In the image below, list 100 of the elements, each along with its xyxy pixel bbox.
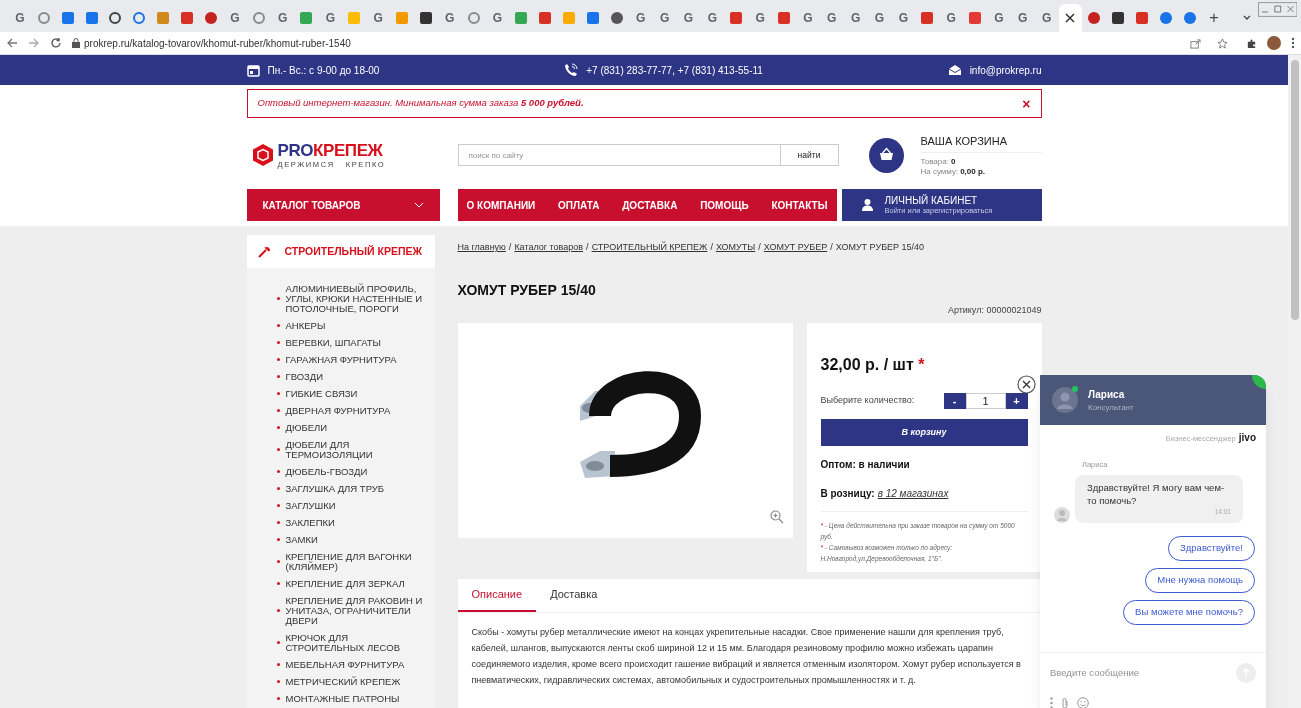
stock-status: Оптом: в наличии [820, 458, 911, 472]
stores-link[interactable]: в 12 магазинах [877, 486, 949, 501]
browser-tab[interactable]: G [748, 4, 772, 32]
category-link[interactable]: МЕБЕЛЬНАЯ ФУРНИТУРА [285, 659, 405, 670]
browser-tab[interactable]: G [986, 4, 1011, 32]
breadcrumb-link[interactable]: СТРОИТЕЛЬНЫЙ КРЕПЕЖ [591, 241, 708, 255]
browser-tab[interactable]: G [819, 4, 844, 32]
zoom-in-icon[interactable] [769, 510, 784, 524]
category-heading[interactable]: СТРОИТЕЛЬНЫЙ КРЕПЕЖ [246, 235, 435, 268]
browser-tab[interactable]: G [939, 4, 963, 32]
category-link[interactable]: КРЕПЛЕНИЕ ДЛЯ ВАГОНКИ (КЛЯЙМЕР) [285, 551, 429, 572]
search-field[interactable]: поиск по сайту [457, 144, 781, 166]
breadcrumb-link[interactable]: ХОМУТЫ [715, 241, 756, 255]
category-link[interactable]: ДЮБЕЛИ [285, 422, 328, 433]
category-link[interactable]: КРЕПЛЕНИЕ ДЛЯ РАКОВИН И УНИТАЗА, ОГРАНИЧИТЕЛИ ДВЕРИ [285, 595, 429, 626]
browser-tab[interactable]: G [270, 4, 295, 32]
category-link[interactable]: МОНТАЖНЫЕ ПАТРОНЫ [285, 693, 400, 704]
basket-icon[interactable] [868, 137, 904, 173]
browser-tab[interactable]: G [485, 4, 510, 32]
quantity-field[interactable]: 1 [965, 393, 1006, 409]
list-bullet [276, 609, 280, 612]
list-bullet [276, 560, 280, 563]
list-bullet [276, 426, 280, 429]
browser-tab[interactable] [1058, 4, 1083, 32]
category-link[interactable]: ДВЕРНАЯ ФУРНИТУРА [285, 405, 391, 416]
list-bullet [276, 409, 280, 412]
category-link[interactable]: ГИБКИЕ СВЯЗИ [285, 388, 358, 399]
menu-link[interactable]: О КОМПАНИИ [466, 197, 536, 213]
browser-tab[interactable]: G [1010, 4, 1035, 32]
category-link[interactable]: ЗАГЛУШКИ [285, 500, 336, 511]
category-link[interactable]: КРЮЧОК ДЛЯ СТРОИТЕЛЬНЫХ ЛЕСОВ [285, 632, 429, 653]
browser-tab[interactable]: G [891, 4, 916, 32]
price: 32,00 р. / шт * [820, 355, 926, 375]
browser-tab[interactable]: G [318, 4, 343, 32]
plus-button[interactable]: + [1005, 393, 1028, 409]
category-link[interactable]: МЕТРИЧЕСКИЙ КРЕПЕЖ [285, 676, 401, 687]
category-link[interactable]: ГАРАЖНАЯ ФУРНИТУРА [285, 354, 397, 365]
category-link[interactable]: ГВОЗДИ [285, 371, 324, 382]
scrollbar-thumb[interactable] [1290, 60, 1299, 320]
address-bar[interactable]: prokrep.ru/katalog-tovarov/khomut-ruber/khomut-ruber-1540 [84, 35, 351, 51]
browser-tab[interactable]: G [700, 4, 725, 32]
list-bullet [276, 448, 280, 451]
category-link[interactable]: ВЕРЕВКИ, ШПАГАТЫ [285, 337, 381, 348]
tab[interactable]: Доставка [548, 579, 600, 612]
category-link[interactable]: КРЕПЛЕНИЕ ДЛЯ ЗЕРКАЛ [285, 578, 405, 589]
more-icon[interactable] [1050, 697, 1053, 708]
close-icon[interactable] [1017, 375, 1036, 394]
menu-link[interactable]: ОПЛАТА [558, 197, 600, 213]
browser-tab[interactable]: G [1034, 4, 1059, 32]
list-bullet [276, 375, 280, 378]
breadcrumb-link[interactable]: Каталог товаров [514, 241, 584, 255]
catalog-button[interactable]: КАТАЛОГ ТОВАРОВ [246, 189, 440, 221]
profile-avatar[interactable] [1267, 36, 1281, 50]
browser-tab[interactable]: G [628, 4, 653, 32]
close-icon[interactable] [1065, 13, 1076, 23]
menu-link[interactable]: ДОСТАВКА [622, 197, 678, 213]
menu-link[interactable]: КОНТАКТЫ [771, 197, 828, 213]
menu-icon[interactable] [1291, 37, 1295, 49]
browser-tab[interactable]: G [843, 4, 868, 32]
category-link[interactable]: АЛЮМИНИЕВЫЙ ПРОФИЛЬ, УГЛЫ, КРЮКИ НАСТЕННЫЕ И ПОТОЛОЧНЫЕ, ПОРОГИ [285, 283, 429, 314]
category-link[interactable]: ДЮБЕЛИ ДЛЯ ТЕРМОИЗОЛЯЦИИ [285, 439, 429, 460]
add-to-cart-button[interactable]: В корзину [820, 419, 1028, 446]
category-link[interactable]: ДЮБЕЛЬ-ГВОЗДИ [285, 466, 368, 477]
breadcrumb-current: ХОМУТ РУБЕР 15/40 [835, 241, 925, 254]
reload-icon[interactable] [50, 37, 62, 49]
scrollbar[interactable] [1288, 55, 1301, 708]
browser-tab[interactable]: G [652, 4, 677, 32]
smiley-icon[interactable] [1077, 697, 1089, 708]
window-controls-icon[interactable] [1257, 2, 1297, 18]
user-icon [861, 199, 873, 211]
category-link[interactable]: ЗАКЛЕПКИ [285, 517, 335, 528]
browser-tab[interactable]: G [867, 4, 892, 32]
back-icon[interactable] [6, 37, 18, 49]
share-icon[interactable] [1190, 37, 1201, 49]
message-input[interactable]: Введите сообщение [1050, 665, 1236, 681]
browser-tab[interactable]: G [8, 4, 32, 32]
browser-tab[interactable]: G [437, 4, 462, 32]
breadcrumb-link[interactable]: ХОМУТ РУБЕР [763, 241, 828, 255]
browser-tab[interactable]: G [676, 4, 701, 32]
new-tab-button[interactable]: + [1202, 4, 1226, 32]
minus-button[interactable]: - [943, 393, 966, 409]
lock-icon [72, 38, 80, 48]
tab[interactable]: Описание [457, 579, 537, 612]
browser-tab[interactable]: G [795, 4, 820, 32]
search-button[interactable]: найти [780, 144, 839, 166]
category-link[interactable]: ЗАМКИ [285, 534, 318, 545]
forward-icon[interactable] [28, 37, 40, 49]
category-link[interactable]: АНКЕРЫ [285, 320, 326, 331]
star-icon[interactable] [1217, 37, 1228, 49]
paperclip-icon[interactable] [1061, 697, 1069, 708]
menu-link[interactable]: ПОМОЩЬ [700, 197, 749, 213]
description-text: Скобы - хомуты рубер металлические имеют на концах укрепительные насадки. Свое применение нашли для крепления труб, кабелей, шлангов, выпускаются ленты скоб шириной 12 и 15 мм. Благодаря резиновому профилю можно избежать царапин соединяемого изделия, кроме всего происходит гашение вибраций и является отменным изолятором. Хомут рубер используется в пневматических, гидравлических системах, автомобильных и судостроительных промышленностях и т. д. [470, 626, 1022, 687]
logo-text: PRO [277, 141, 314, 160]
close-button[interactable]: × [1022, 96, 1031, 111]
category-link[interactable]: ЗАГЛУШКА ДЛЯ ТРУБ [285, 483, 385, 494]
browser-tab[interactable]: G [366, 4, 390, 32]
browser-tab[interactable]: G [222, 4, 247, 32]
breadcrumb-link[interactable]: На главную [457, 241, 506, 255]
phone-numbers: +7 (831) 283-77-77, +7 (831) 413-55-11 [586, 63, 763, 78]
puzzle-icon[interactable] [1246, 37, 1257, 49]
